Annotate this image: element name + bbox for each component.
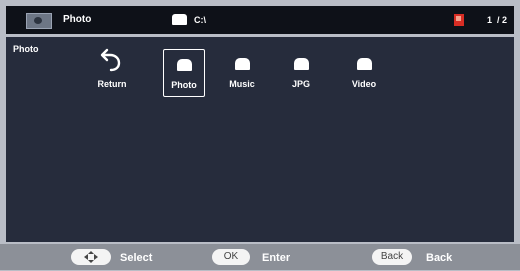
folder-item-photo[interactable]: Photo xyxy=(163,49,205,97)
folder-item-music[interactable]: Music xyxy=(222,49,262,95)
control-hints-bar: Select OK Enter Back Back xyxy=(0,244,520,270)
folder-item-video[interactable]: Video xyxy=(344,49,384,95)
folder-icon xyxy=(235,58,250,70)
dpad-button[interactable] xyxy=(71,249,111,265)
media-browser-screen: Photo C:\ 1 / 2 Photo Return Photo Music… xyxy=(0,0,520,270)
enter-label: Enter xyxy=(262,252,291,264)
current-path: C:\ xyxy=(194,15,206,25)
folder-icon xyxy=(357,58,372,70)
back-label: Back xyxy=(426,252,453,264)
folder-icon xyxy=(172,14,187,25)
ok-button[interactable]: OK xyxy=(212,249,250,265)
header-bar: Photo C:\ 1 / 2 xyxy=(6,6,514,34)
return-item[interactable]: Return xyxy=(92,48,132,95)
folder-label: Music xyxy=(229,79,255,89)
return-arrow-icon xyxy=(100,48,121,72)
file-browser-panel: Photo Return Photo Music JPG Video xyxy=(6,37,514,242)
return-label: Return xyxy=(97,79,127,89)
page-icon xyxy=(454,14,464,26)
folder-icon xyxy=(177,59,192,71)
page-indicator: 1 / 2 xyxy=(487,15,508,25)
back-button[interactable]: Back xyxy=(372,249,412,265)
folder-item-jpg[interactable]: JPG xyxy=(281,49,321,95)
folder-label: Video xyxy=(351,79,377,89)
section-label: Photo xyxy=(13,44,39,54)
dpad-icon xyxy=(84,251,98,263)
select-label: Select xyxy=(120,252,153,264)
app-title: Photo xyxy=(63,14,92,25)
folder-icon xyxy=(294,58,309,70)
photo-app-icon xyxy=(26,13,52,29)
folder-label: Photo xyxy=(171,80,197,90)
folder-label: JPG xyxy=(291,79,310,89)
